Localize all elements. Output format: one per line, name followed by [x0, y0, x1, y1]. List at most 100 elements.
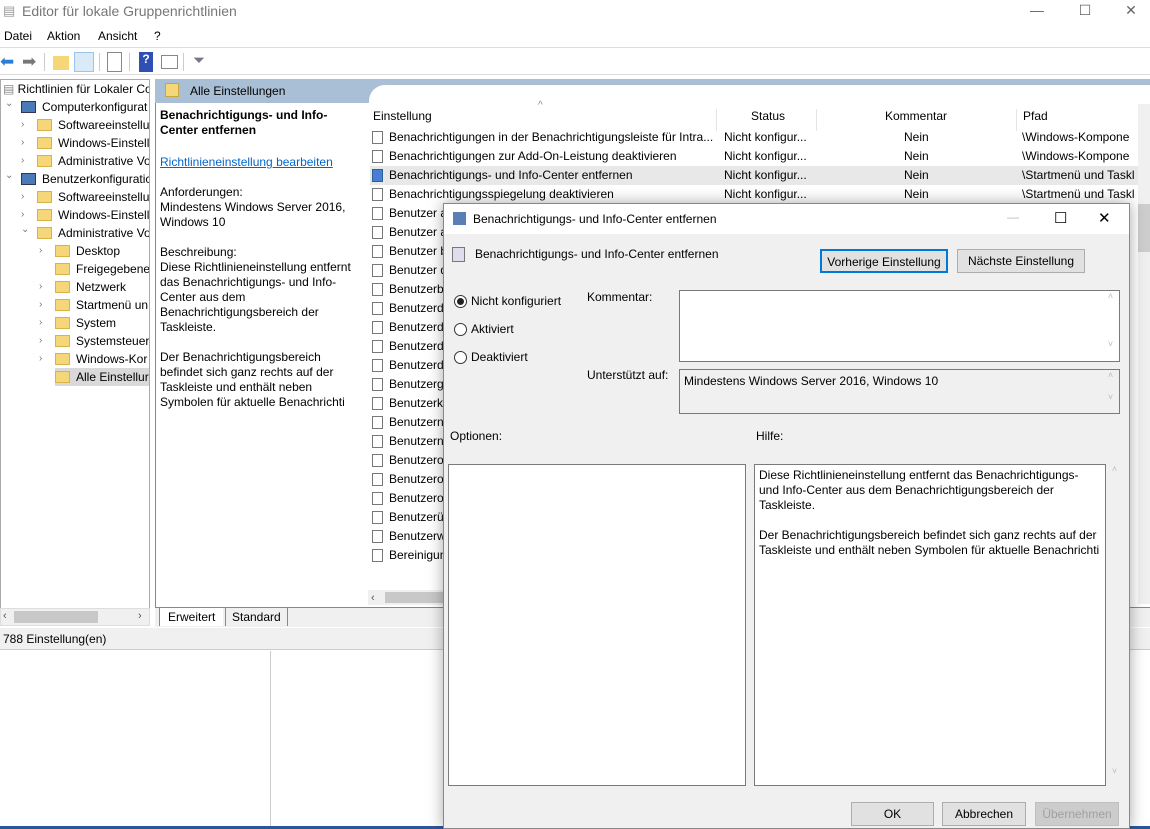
chevron-right-icon[interactable]: ›	[21, 116, 33, 134]
menu-ansicht[interactable]: Ansicht	[98, 29, 137, 43]
policy-setting-icon	[372, 454, 383, 467]
status-text: 788 Einstellung(en)	[3, 632, 107, 646]
chevron-down-icon[interactable]: ⌄	[5, 167, 17, 185]
tree-item-label: Freigegebene	[76, 262, 150, 276]
export-list-icon[interactable]	[107, 52, 122, 72]
chevron-right-icon[interactable]: ›	[39, 296, 51, 314]
properties-pane-icon[interactable]	[161, 55, 178, 69]
cell: Benutzerd	[389, 301, 444, 315]
tab-erweitert[interactable]: Erweitert	[159, 608, 224, 626]
policy-setting-icon	[372, 150, 383, 163]
radio-label-not-configured[interactable]: Nicht konfiguriert	[471, 294, 561, 308]
header-band	[357, 79, 1150, 103]
cell: Nein	[904, 130, 929, 144]
cell: Benutzerd	[389, 358, 444, 372]
setting-icon	[452, 247, 465, 262]
chevron-right-icon[interactable]: ›	[21, 188, 33, 206]
tree-item-label: Windows-Einstell	[58, 136, 150, 150]
ok-button[interactable]: OK	[851, 802, 934, 826]
description-text-2: Der Benachrichtigungsbereich befindet si…	[160, 350, 345, 409]
column-kommentar[interactable]: Kommentar	[885, 109, 947, 123]
policy-setting-icon	[372, 530, 383, 543]
tree-item[interactable]: ⌄ Benutzerkonfiguratic	[1, 167, 149, 188]
menu-datei[interactable]: Datei	[4, 29, 32, 43]
minimize-button[interactable]: —	[1014, 0, 1060, 22]
policy-setting-icon	[372, 492, 383, 505]
dialog-maximize-button[interactable]: ☐	[1054, 209, 1067, 227]
folder-icon	[37, 191, 52, 203]
cell: Benutzer a	[389, 225, 448, 239]
tree-item[interactable]: › Administrative Vo	[1, 152, 149, 170]
chevron-right-icon[interactable]: ›	[39, 278, 51, 296]
cancel-button[interactable]: Abbrechen	[942, 802, 1026, 826]
close-button[interactable]: ✕	[1108, 0, 1150, 22]
list-horizontal-scrollbar[interactable]: ‹	[368, 590, 448, 605]
chevron-right-icon[interactable]: ›	[39, 314, 51, 332]
tree-item[interactable]: › System	[1, 314, 149, 332]
column-pfad[interactable]: Pfad	[1023, 109, 1048, 123]
tree-item[interactable]: ⌄ Administrative Vo	[1, 221, 149, 242]
table-row[interactable]: Benachrichtigungen in der Benachrichtigu…	[370, 128, 1138, 147]
tree-item[interactable]: › Desktop	[1, 242, 149, 260]
tree-item[interactable]: › Systemsteuer	[1, 332, 149, 350]
show-hide-tree-icon[interactable]	[74, 52, 94, 72]
radio-enabled[interactable]	[454, 323, 467, 336]
radio-label-disabled[interactable]: Deaktiviert	[471, 350, 528, 364]
table-row[interactable]: Benachrichtigungen zur Add-On-Leistung d…	[370, 147, 1138, 166]
radio-not-configured[interactable]	[454, 295, 467, 308]
policy-setting-icon	[372, 359, 383, 372]
tree-item[interactable]: › Netzwerk	[1, 278, 149, 296]
tree-item[interactable]: › Softwareeinstellu	[1, 188, 149, 206]
table-row[interactable]: Benachrichtigungsspiegelung deaktivieren…	[370, 185, 1138, 204]
folder-icon	[37, 155, 52, 167]
tree-item[interactable]: › Startmenü un	[1, 296, 149, 314]
up-folder-icon[interactable]	[53, 56, 69, 70]
tree-item[interactable]: ⌄ Computerkonfigurat	[1, 95, 149, 116]
supported-scrollbar[interactable]: ˄ ˅	[1102, 370, 1119, 413]
edit-policy-link[interactable]: Richtlinieneinstellung bearbeiten	[160, 155, 360, 170]
help-scrollbar[interactable]: ˄ ˅	[1106, 464, 1123, 786]
chevron-down-icon[interactable]: ⌄	[21, 221, 33, 239]
tree-root[interactable]: ▤ Richtlinien für Lokaler Co	[3, 80, 149, 98]
comment-scrollbar[interactable]: ˄ ˅	[1102, 291, 1119, 361]
table-row[interactable]: Benachrichtigungs- und Info-Center entfe…	[370, 166, 1138, 185]
back-arrow-icon[interactable]: ⬅	[0, 52, 20, 72]
tree-item[interactable]: › Windows-Einstell	[1, 134, 150, 152]
radio-disabled[interactable]	[454, 351, 467, 364]
tree-item[interactable]: Freigegebene	[1, 260, 150, 278]
folder-icon	[55, 299, 70, 311]
chevron-right-icon[interactable]: ›	[39, 350, 51, 368]
forward-arrow-icon[interactable]: ➡	[22, 52, 42, 72]
policy-setting-icon	[372, 245, 383, 258]
cell: Benutzer b	[389, 244, 448, 258]
menu-help[interactable]: ?	[154, 29, 161, 43]
tree-item[interactable]: Alle Einstellur	[55, 368, 149, 386]
folder-icon	[37, 209, 52, 221]
column-status[interactable]: Status	[751, 109, 785, 123]
maximize-button[interactable]: ☐	[1062, 0, 1108, 22]
tree-pane: ▤ Richtlinien für Lokaler Co ⌄ Computerko…	[0, 79, 150, 609]
column-einstellung[interactable]: Einstellung	[373, 109, 432, 123]
filter-icon[interactable]: ⏷	[193, 52, 213, 72]
tree-item[interactable]: › Windows-Kor	[1, 350, 149, 368]
chevron-down-icon[interactable]: ⌄	[5, 95, 17, 113]
previous-setting-button[interactable]: Vorherige Einstellung	[820, 249, 948, 273]
next-setting-button[interactable]: Nächste Einstellung	[957, 249, 1085, 273]
tree-item[interactable]: › Softwareeinstellu	[1, 116, 149, 134]
dialog-close-button[interactable]: ✕	[1098, 209, 1111, 227]
cell: Benachrichtigungen in der Benachrichtigu…	[389, 130, 714, 144]
window-title: Editor für lokale Gruppenrichtlinien	[22, 3, 237, 19]
chevron-right-icon[interactable]: ›	[21, 134, 33, 152]
cell: Benutzerw	[389, 529, 446, 543]
menu-aktion[interactable]: Aktion	[47, 29, 80, 43]
chevron-right-icon[interactable]: ›	[39, 332, 51, 350]
help-icon[interactable]: ?	[139, 52, 153, 72]
list-vertical-scrollbar[interactable]	[1138, 104, 1150, 604]
comment-textarea[interactable]: ˄ ˅	[679, 290, 1120, 362]
radio-label-enabled[interactable]: Aktiviert	[471, 322, 514, 336]
chevron-right-icon[interactable]: ›	[39, 242, 51, 260]
chevron-right-icon[interactable]: ›	[21, 152, 33, 170]
folder-icon	[37, 227, 52, 239]
tree-horizontal-scrollbar[interactable]: ‹ ›	[0, 608, 150, 626]
tab-standard[interactable]: Standard	[225, 608, 288, 626]
